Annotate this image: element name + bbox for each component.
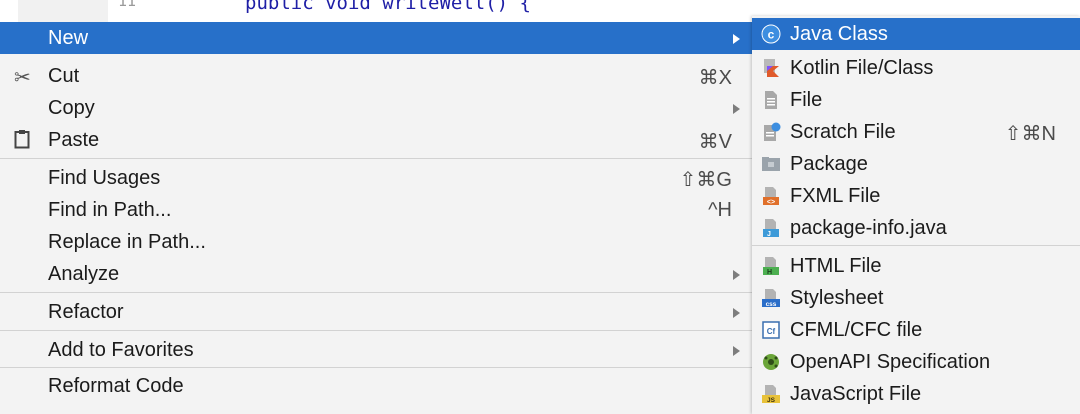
menu-item-label: Find Usages: [48, 167, 161, 189]
submenu-item-label: HTML File: [790, 255, 882, 277]
menu-item-label: Paste: [48, 129, 100, 151]
submenu-separator: [752, 245, 1080, 246]
submenu-item-label: CFML/CFC file: [790, 319, 923, 341]
submenu-item-label: OpenAPI Specification: [790, 351, 991, 373]
clipboard-icon: [14, 129, 30, 155]
menu-item-cut[interactable]: ✂ Cut ⌘X: [0, 60, 752, 92]
submenu-item-scratch-file[interactable]: Scratch File ⇧⌘N: [752, 116, 1080, 148]
menu-item-label: Copy: [48, 97, 95, 119]
menu-item-label: Reformat Code: [48, 375, 184, 397]
shortcut-label: ⇧⌘N: [1004, 123, 1056, 145]
submenu-item-stylesheet[interactable]: css Stylesheet: [752, 282, 1080, 314]
submenu-item-label: Package: [790, 153, 868, 175]
menu-item-label: Replace in Path...: [48, 231, 206, 253]
menu-item-label: Analyze: [48, 263, 120, 285]
menu-item-find-in-path[interactable]: Find in Path... ^H: [0, 194, 752, 226]
file-icon: [761, 90, 781, 110]
submenu-arrow-icon: [733, 346, 740, 356]
editor-gutter: [18, 0, 108, 22]
line-number: 11: [118, 0, 137, 10]
cfml-file-icon: Cf: [761, 320, 781, 340]
java-file-icon: J: [761, 218, 781, 238]
package-folder-icon: [761, 154, 781, 174]
menu-item-label: Add to Favorites: [48, 339, 194, 361]
menu-separator: [0, 330, 752, 331]
submenu-item-openapi[interactable]: OpenAPI Specification: [752, 346, 1080, 378]
svg-text:J: J: [767, 231, 771, 238]
menu-item-paste[interactable]: Paste ⌘V: [0, 124, 752, 156]
menu-item-replace-in-path[interactable]: Replace in Path...: [0, 226, 752, 258]
submenu-arrow-icon: [733, 104, 740, 114]
css-file-icon: css: [761, 288, 781, 308]
menu-item-label: Find in Path...: [48, 199, 172, 221]
submenu-item-java-class[interactable]: c Java Class: [752, 18, 1080, 50]
menu-separator: [0, 367, 752, 368]
shortcut-label: ⌘V: [698, 131, 732, 153]
submenu-item-kotlin[interactable]: Kotlin File/Class: [752, 52, 1080, 84]
submenu-item-label: Stylesheet: [790, 287, 884, 309]
submenu-item-html[interactable]: H HTML File: [752, 250, 1080, 282]
context-menu: New ✂ Cut ⌘X Copy Paste ⌘V Find Usages ⇧…: [0, 22, 752, 414]
submenu-arrow-icon: [733, 308, 740, 318]
shortcut-label: ⌘X: [698, 67, 732, 89]
scissors-icon: ✂: [14, 67, 31, 89]
menu-item-add-to-favorites[interactable]: Add to Favorites: [0, 334, 752, 366]
menu-item-refactor[interactable]: Refactor: [0, 296, 752, 328]
menu-item-label: Cut: [48, 65, 80, 87]
submenu-item-label: package-info.java: [790, 217, 947, 239]
svg-text:H: H: [767, 269, 772, 276]
submenu-item-package[interactable]: Package: [752, 148, 1080, 180]
shortcut-label: ^H: [708, 199, 732, 221]
menu-item-label: Refactor: [48, 301, 124, 323]
menu-item-reformat-code[interactable]: Reformat Code: [0, 370, 752, 402]
submenu-item-label: File: [790, 89, 823, 111]
submenu-item-label: FXML File: [790, 185, 881, 207]
svg-text:JS: JS: [767, 397, 776, 404]
submenu-arrow-icon: [733, 270, 740, 280]
submenu-item-label: Kotlin File/Class: [790, 57, 934, 79]
submenu-item-file[interactable]: File: [752, 84, 1080, 116]
javascript-file-icon: JS: [761, 384, 781, 404]
submenu-item-label: Java Class: [790, 23, 888, 45]
svg-text:Cf: Cf: [767, 327, 776, 336]
kotlin-icon: [761, 58, 781, 78]
code-line: public void writeWell() {: [245, 0, 531, 14]
java-class-icon: c: [761, 24, 781, 44]
submenu-item-label: JavaScript File: [790, 383, 922, 405]
submenu-arrow-icon: [733, 34, 740, 44]
openapi-icon: [761, 352, 781, 372]
submenu-item-label: Scratch File: [790, 121, 896, 143]
scratch-file-icon: [761, 122, 781, 142]
menu-item-find-usages[interactable]: Find Usages ⇧⌘G: [0, 162, 752, 194]
svg-text:<>: <>: [767, 199, 775, 206]
menu-separator: [0, 292, 752, 293]
svg-text:css: css: [766, 301, 777, 308]
menu-item-label: New: [48, 27, 89, 49]
shortcut-label: ⇧⌘G: [679, 169, 732, 191]
submenu-item-javascript[interactable]: JS JavaScript File: [752, 378, 1080, 410]
menu-separator: [0, 158, 752, 159]
new-submenu: c Java Class Kotlin File/Class File Scra…: [752, 16, 1080, 414]
submenu-item-package-info[interactable]: J package-info.java: [752, 212, 1080, 244]
menu-item-copy[interactable]: Copy: [0, 92, 752, 124]
svg-text:c: c: [768, 28, 775, 42]
html-file-icon: H: [761, 256, 781, 276]
submenu-item-cfml[interactable]: Cf CFML/CFC file: [752, 314, 1080, 346]
menu-item-new[interactable]: New: [0, 22, 752, 54]
menu-item-analyze[interactable]: Analyze: [0, 258, 752, 290]
submenu-item-fxml[interactable]: <> FXML File: [752, 180, 1080, 212]
fxml-file-icon: <>: [761, 186, 781, 206]
